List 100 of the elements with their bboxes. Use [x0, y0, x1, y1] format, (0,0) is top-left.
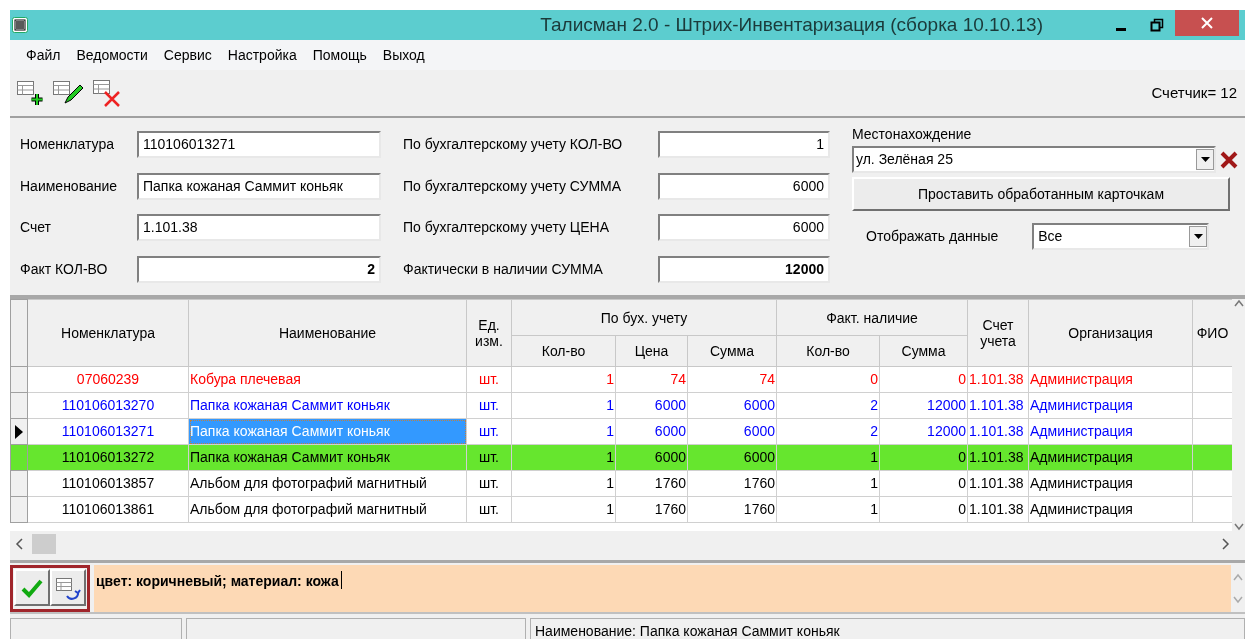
column-header[interactable]: ФИО	[1192, 299, 1232, 367]
table-cell: 6000	[687, 418, 777, 445]
column-header[interactable]: Цена	[615, 335, 688, 367]
field-label: Фактически в наличии СУММА	[403, 259, 604, 279]
table-cell: Администрация	[1028, 496, 1193, 523]
menu-item[interactable]: Сервис	[155, 44, 220, 66]
table-cell: 1760	[615, 496, 688, 523]
clear-icon[interactable]	[1220, 150, 1238, 169]
column-header[interactable]: Номенклатура	[27, 299, 189, 367]
display-dropdown[interactable]: Все	[1032, 223, 1210, 250]
column-header[interactable]: Организация	[1028, 299, 1193, 367]
table-cell: 2	[776, 418, 880, 445]
column-header[interactable]: Наименование	[188, 299, 467, 367]
field-label: Наименование	[20, 176, 119, 196]
input-field[interactable]: 110106013271	[137, 131, 381, 159]
column-header[interactable]: Кол-во	[776, 335, 880, 367]
column-header[interactable]: Кол-во	[511, 335, 616, 367]
table-cell: 0	[879, 470, 968, 497]
dropdown-arrow-icon	[1193, 234, 1203, 239]
table-cell: шт.	[466, 496, 512, 523]
table-cell: Администрация	[1028, 392, 1193, 419]
table-cell: 74	[615, 366, 688, 393]
scroll-down-icon[interactable]	[1233, 523, 1244, 531]
table-cell: 74	[687, 366, 777, 393]
table-cell: 1	[511, 366, 616, 393]
memo-text[interactable]: цвет: коричневый; материал: кожа	[94, 565, 341, 598]
input-field[interactable]: 1.101.38	[137, 214, 381, 242]
table-cell: 6000	[687, 444, 777, 471]
field-label: Номенклатура	[20, 135, 115, 155]
input-field[interactable]: 6000	[658, 172, 830, 200]
table-cell: 6000	[615, 392, 688, 419]
menu-item[interactable]: Настройка	[219, 44, 305, 66]
table-cell: 110106013272	[61, 449, 155, 465]
menu-item[interactable]: Ведомости	[68, 44, 156, 66]
row-pointer-icon	[14, 424, 24, 439]
scrollbar-thumb[interactable]	[32, 533, 56, 554]
close-icon	[1201, 17, 1213, 29]
table-cell: Альбом для фотографий магнитный	[188, 470, 467, 497]
table-cell: 1	[776, 496, 880, 523]
table-cell: 1.101.38	[967, 366, 1029, 393]
table-cell: Папка кожаная Саммит коньяк	[188, 392, 467, 419]
status-text: Наименование: Папка кожаная Саммит коньяк	[530, 618, 1245, 639]
menu-item[interactable]: Помощь	[304, 44, 375, 66]
minimize-icon	[1116, 27, 1126, 31]
table-cell: 1	[511, 496, 616, 523]
add-row-icon[interactable]	[16, 79, 44, 107]
scroll-right-icon[interactable]	[1221, 537, 1231, 550]
input-field[interactable]: 12000	[658, 255, 830, 283]
scroll-up-icon[interactable]	[1233, 299, 1244, 307]
dropdown-arrow-icon	[1200, 157, 1210, 162]
edit-row-icon[interactable]	[52, 79, 84, 107]
table-cell: Папка кожаная Саммит коньяк	[188, 444, 467, 471]
apply-button[interactable]: Проставить обработанным карточкам	[852, 177, 1230, 211]
table-cell: Администрация	[1028, 444, 1193, 471]
input-field[interactable]: 1	[658, 131, 830, 159]
window-title: Талисман 2.0 - Штрих-Инвентаризация (сборка 10.10.13)	[540, 12, 1043, 37]
input-field[interactable]: 2	[137, 255, 381, 283]
field-label: Местонахождение	[852, 125, 972, 144]
table-cell: 110106013857	[61, 475, 155, 491]
table-cell: 1	[511, 392, 616, 419]
menu-item[interactable]: Файл	[18, 44, 69, 66]
close-button[interactable]	[1175, 10, 1239, 36]
table-cell: 1760	[687, 496, 777, 523]
scroll-left-icon[interactable]	[14, 537, 24, 550]
column-header[interactable]: Сумма	[879, 335, 968, 367]
check-icon	[21, 577, 43, 598]
field-label: Отображать данные	[866, 227, 999, 246]
restore-icon	[1150, 18, 1164, 32]
table-cell: 1760	[687, 470, 777, 497]
field-label: По бухгалтерскому учету КОЛ-ВО	[403, 135, 624, 155]
table-cell: 0	[776, 366, 880, 393]
table-cell: 0	[879, 366, 968, 393]
table-cell: 1	[776, 444, 880, 471]
table-cell: 07060239	[76, 371, 140, 387]
refresh-button[interactable]	[50, 569, 86, 606]
confirm-button[interactable]	[14, 569, 50, 606]
table-cell: 1	[511, 444, 616, 471]
column-header[interactable]: Сумма	[687, 335, 777, 367]
table-cell: 12000	[879, 392, 968, 419]
table-cell: 1760	[615, 470, 688, 497]
table-refresh-icon	[55, 575, 81, 600]
row-header[interactable]	[10, 418, 28, 445]
table-cell: шт.	[466, 418, 512, 445]
location-dropdown[interactable]: ул. Зелёная 25	[852, 146, 1217, 173]
input-field[interactable]: 6000	[658, 214, 830, 242]
column-header[interactable]: Счет учета	[967, 299, 1029, 367]
input-field[interactable]: Папка кожаная Саммит коньяк	[137, 172, 381, 200]
table-cell: 0	[879, 496, 968, 523]
table-cell: 1.101.38	[967, 496, 1029, 523]
table-cell: Администрация	[1028, 470, 1193, 497]
field-label: По бухгалтерскому учету ЦЕНА	[403, 218, 610, 238]
table-cell: 110106013861	[61, 501, 155, 517]
column-header[interactable]: Ед. изм.	[466, 299, 512, 367]
table-cell: 110106013271	[61, 423, 155, 439]
table-cell: 1.101.38	[967, 418, 1029, 445]
table-cell: 0	[879, 444, 968, 471]
table-cell: 6000	[615, 444, 688, 471]
menu-item[interactable]: Выход	[374, 44, 433, 66]
table-cell: 1	[511, 470, 616, 497]
table-cell: 1.101.38	[967, 470, 1029, 497]
